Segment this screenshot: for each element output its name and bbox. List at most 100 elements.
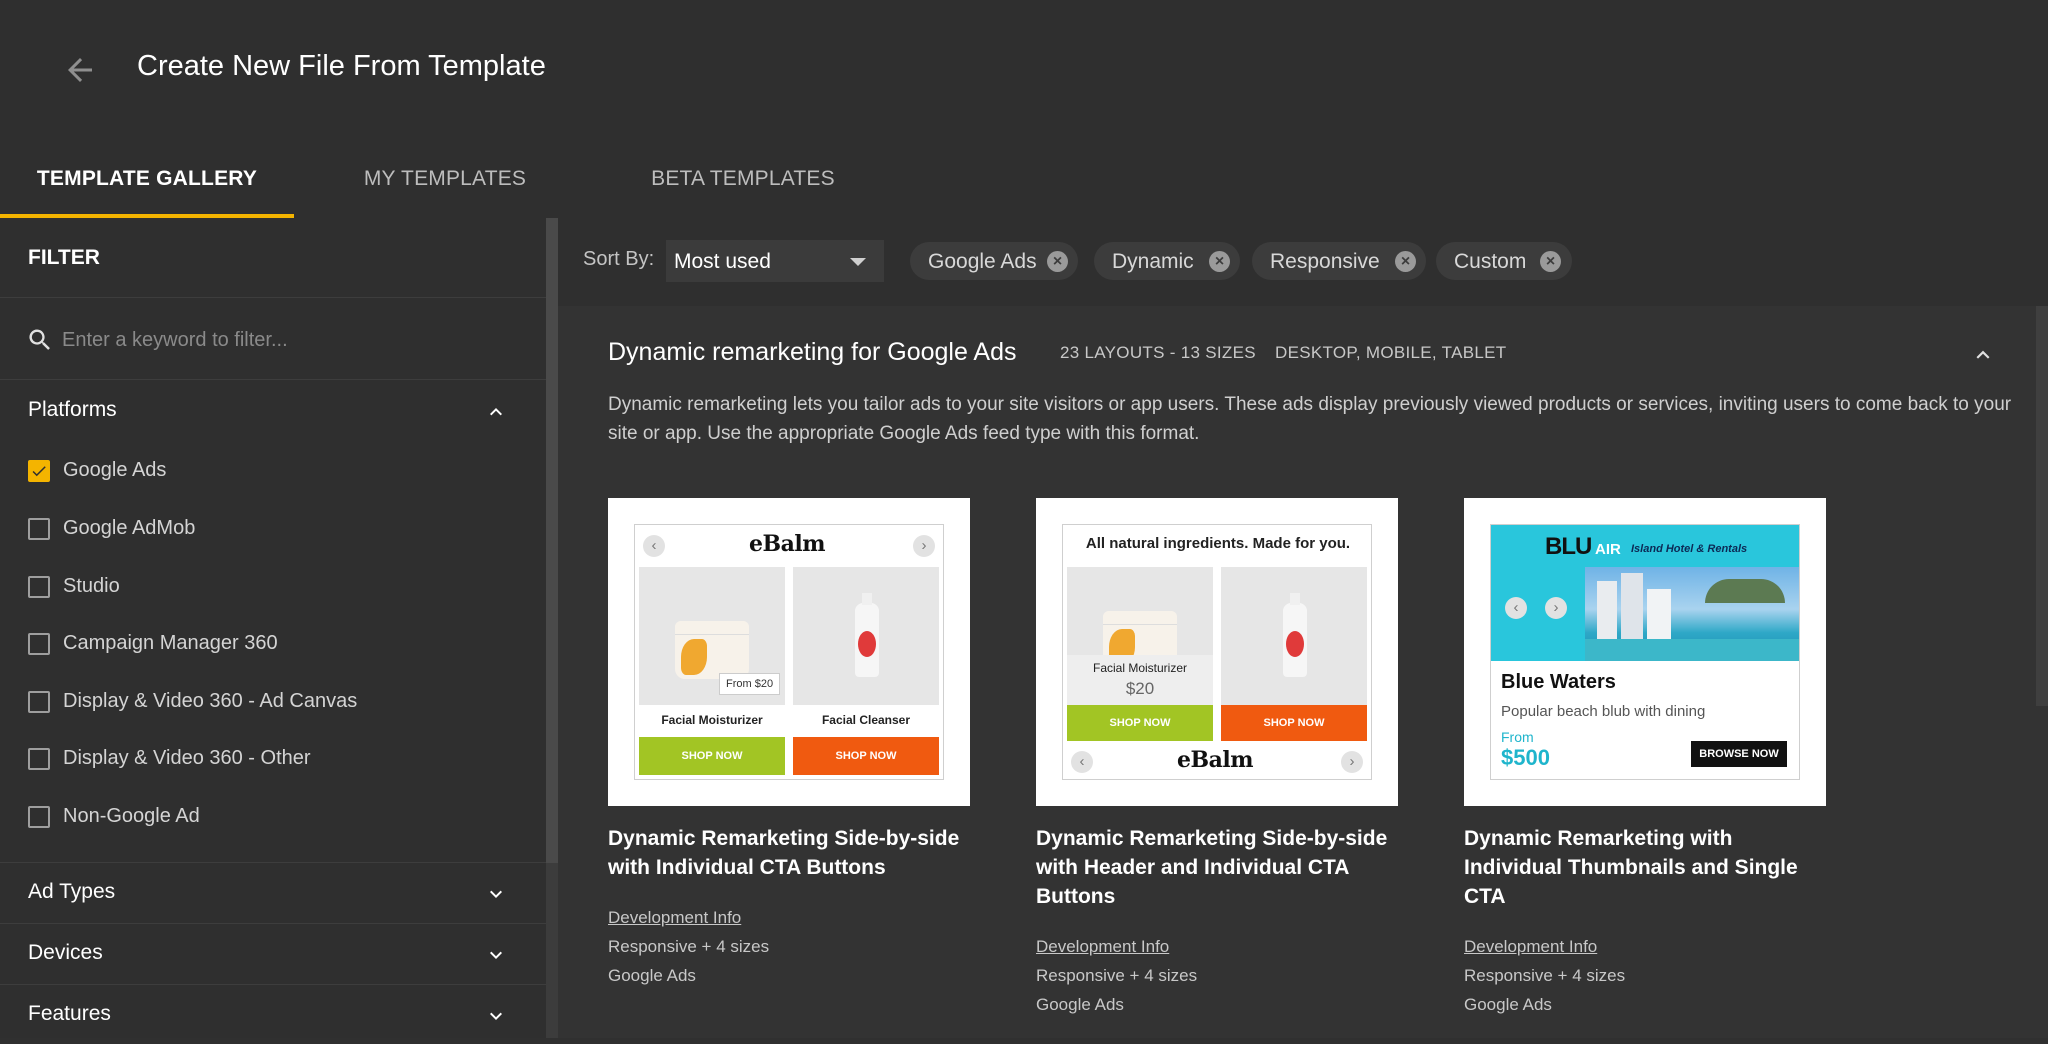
- shop-now-button: SHOP NOW: [639, 737, 785, 775]
- chip-label: Google Ads: [928, 250, 1037, 273]
- chip-label: Responsive: [1270, 250, 1380, 273]
- template-gallery-content: Dynamic remarketing for Google Ads 23 LA…: [558, 306, 2036, 1038]
- product-price: $20: [1125, 679, 1155, 698]
- tab-beta-templates[interactable]: BETA TEMPLATES: [596, 150, 890, 218]
- ad-preview: ‹ eBalm › From $20 Facial Moisturizer Fa…: [634, 524, 944, 780]
- divider: [0, 862, 546, 863]
- platform-option-non-google-ad[interactable]: Non-Google Ad: [0, 797, 546, 837]
- remove-chip-icon[interactable]: ×: [1209, 251, 1230, 272]
- product-image: From $20: [639, 567, 785, 705]
- tab-template-gallery[interactable]: TEMPLATE GALLERY: [0, 150, 294, 218]
- sidebar-scrollbar[interactable]: [546, 218, 558, 1038]
- search-icon: [29, 329, 50, 350]
- brand-logo: BLU: [1545, 533, 1592, 560]
- features-section-header[interactable]: Features: [0, 986, 546, 1044]
- ad-types-section-header[interactable]: Ad Types: [0, 864, 546, 922]
- chevron-up-icon: [490, 408, 502, 416]
- brand-logo: eBalm: [1177, 747, 1253, 773]
- product-image: Facial Moisturizer $20: [1067, 567, 1213, 705]
- platform-option-dv360-ad-canvas[interactable]: Display & Video 360 - Ad Canvas: [0, 682, 546, 722]
- devices-section-header[interactable]: Devices: [0, 925, 546, 983]
- development-info-link[interactable]: Development Info: [1464, 937, 1597, 957]
- chip-label: Custom: [1454, 250, 1527, 273]
- dropdown-caret-icon: [850, 258, 866, 266]
- chevron-left-icon: ‹: [1505, 597, 1527, 619]
- checkbox[interactable]: [28, 748, 50, 770]
- scrollbar-thumb[interactable]: [546, 218, 558, 863]
- template-thumbnail[interactable]: ‹ eBalm › From $20 Facial Moisturizer Fa…: [608, 498, 970, 806]
- section-layouts-count: 23 LAYOUTS - 13 SIZES: [1060, 343, 1256, 362]
- template-thumbnail[interactable]: All natural ingredients. Made for you. F…: [1036, 498, 1398, 806]
- back-arrow-icon[interactable]: [62, 52, 98, 88]
- platform-option-google-ads[interactable]: Google Ads: [0, 451, 546, 491]
- scrollbar-thumb[interactable]: [2036, 306, 2048, 706]
- platform-option-label: Google AdMob: [63, 517, 196, 539]
- checkbox[interactable]: [28, 576, 50, 598]
- tab-bar: TEMPLATE GALLERY MY TEMPLATES BETA TEMPL…: [0, 150, 2048, 218]
- filter-chip-custom: Custom ×: [1436, 242, 1572, 280]
- template-title: Dynamic Remarketing Side-by-side with He…: [1036, 827, 1388, 908]
- filter-search-input[interactable]: [62, 320, 522, 360]
- chevron-right-icon: ›: [1341, 751, 1363, 773]
- content-scrollbar[interactable]: [2036, 306, 2048, 1038]
- platforms-section-header[interactable]: Platforms: [0, 382, 546, 440]
- platform-option-google-admob[interactable]: Google AdMob: [0, 509, 546, 549]
- template-platform: Google Ads: [608, 966, 696, 985]
- platform-option-studio[interactable]: Studio: [0, 567, 546, 607]
- platform-option-label: Display & Video 360 - Ad Canvas: [63, 690, 358, 712]
- chip-label: Dynamic: [1112, 250, 1194, 273]
- ad-hero-area: ‹ ›: [1491, 567, 1799, 661]
- chevron-down-icon: [490, 951, 502, 959]
- ad-price: $500: [1501, 745, 1550, 770]
- chevron-right-icon: ›: [1545, 597, 1567, 619]
- brand-logo: eBalm: [749, 531, 825, 557]
- remove-chip-icon[interactable]: ×: [1540, 251, 1561, 272]
- checkbox[interactable]: [28, 691, 50, 713]
- template-title: Dynamic Remarketing with Individual Thum…: [1464, 827, 1798, 908]
- chevron-up-icon[interactable]: [1970, 342, 1996, 368]
- ad-header-text: All natural ingredients. Made for you.: [1085, 535, 1351, 552]
- product-image: [1221, 567, 1367, 705]
- development-info-link[interactable]: Development Info: [608, 908, 741, 928]
- app-header: Create New File From Template TEMPLATE G…: [0, 0, 2048, 218]
- section-title: Dynamic remarketing for Google Ads: [608, 338, 1017, 366]
- remove-chip-icon[interactable]: ×: [1047, 251, 1068, 272]
- shop-now-button: SHOP NOW: [1221, 705, 1367, 741]
- building: [1597, 581, 1617, 647]
- brand-tagline: Island Hotel & Rentals: [1631, 543, 1748, 555]
- chevron-down-icon: [490, 1012, 502, 1020]
- development-info-link[interactable]: Development Info: [1036, 937, 1169, 957]
- checkbox[interactable]: [28, 806, 50, 828]
- platform-option-dv360-other[interactable]: Display & Video 360 - Other: [0, 739, 546, 779]
- filter-chip-google-ads: Google Ads ×: [910, 242, 1078, 280]
- ad-types-label: Ad Types: [28, 880, 116, 903]
- template-thumbnail[interactable]: BLU AIR Island Hotel & Rentals ‹ › Blue …: [1464, 498, 1826, 806]
- chevron-right-icon: ›: [913, 535, 935, 557]
- platform-option-label: Google Ads: [63, 459, 167, 481]
- checkbox[interactable]: [28, 633, 50, 655]
- hotel-photo: [1585, 567, 1799, 661]
- price-tag: From $20: [719, 673, 781, 695]
- features-label: Features: [28, 1002, 111, 1025]
- template-sizes: Responsive + 4 sizes: [608, 937, 770, 956]
- remove-chip-icon[interactable]: ×: [1395, 251, 1416, 272]
- checkbox-checked[interactable]: [28, 460, 50, 482]
- jar-image: [675, 621, 749, 679]
- ad-body: Popular beach blub with dining: [1501, 703, 1706, 720]
- mountain: [1705, 579, 1785, 603]
- sort-value: Most used: [674, 250, 771, 273]
- checkbox[interactable]: [28, 518, 50, 540]
- sort-filter-toolbar: Sort By: Most used Google Ads × Dynamic …: [558, 218, 2048, 306]
- devices-label: Devices: [28, 941, 103, 964]
- sort-label: Sort By:: [583, 248, 655, 270]
- template-title: Dynamic Remarketing Side-by-side with In…: [608, 827, 960, 879]
- platform-option-campaign-manager[interactable]: Campaign Manager 360: [0, 624, 546, 664]
- sort-dropdown[interactable]: Most used: [666, 240, 884, 282]
- template-platform: Google Ads: [1464, 995, 1552, 1014]
- platform-option-label: Non-Google Ad: [63, 805, 200, 827]
- shop-now-button: SHOP NOW: [793, 737, 939, 775]
- tab-my-templates[interactable]: MY TEMPLATES: [294, 150, 596, 218]
- sea: [1585, 639, 1799, 661]
- ad-preview: BLU AIR Island Hotel & Rentals ‹ › Blue …: [1490, 524, 1800, 780]
- ad-brand-bar: BLU AIR Island Hotel & Rentals: [1491, 525, 1799, 567]
